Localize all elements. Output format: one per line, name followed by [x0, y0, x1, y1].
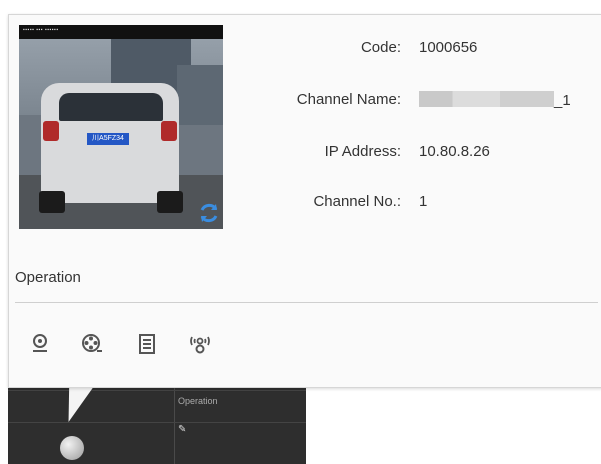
playback-icon[interactable] [81, 333, 103, 355]
channel-name-label: Channel Name: [296, 91, 401, 108]
log-icon[interactable] [136, 333, 158, 355]
table-row-divider [8, 390, 306, 391]
channel-no-value: 1 [419, 193, 428, 210]
ip-address-label: IP Address: [324, 143, 401, 160]
channel-name-value: _1 [419, 91, 571, 109]
map-pin-marker[interactable] [60, 436, 84, 460]
video-osd-overlay: ▪▪▪▪▪ ▪▪▪ ▪▪▪▪▪▪ [19, 25, 223, 39]
channel-info-popup: 川A5FZ34 ▪▪▪▪▪ ▪▪▪ ▪▪▪▪▪▪ Code: 1000656 C… [8, 14, 601, 388]
operation-divider [15, 302, 598, 303]
code-value: 1000656 [419, 39, 478, 56]
alarm-output-icon[interactable] [189, 333, 211, 355]
channel-no-label: Channel No.: [313, 193, 401, 210]
channel-name-suffix: _1 [554, 92, 571, 109]
camera-snapshot: 川A5FZ34 ▪▪▪▪▪ ▪▪▪ ▪▪▪▪▪▪ [19, 25, 223, 229]
edit-icon[interactable]: ✎ [178, 424, 186, 435]
ip-address-value: 10.80.8.26 [419, 143, 490, 160]
operation-section-title: Operation [15, 269, 81, 286]
refresh-icon[interactable] [197, 201, 221, 225]
live-view-icon[interactable] [29, 333, 51, 355]
background-operation-label: Operation [178, 396, 218, 406]
license-plate: 川A5FZ34 [87, 133, 129, 145]
redacted-name-mask [419, 91, 554, 107]
code-label: Code: [360, 39, 401, 56]
table-row-divider [8, 422, 306, 423]
